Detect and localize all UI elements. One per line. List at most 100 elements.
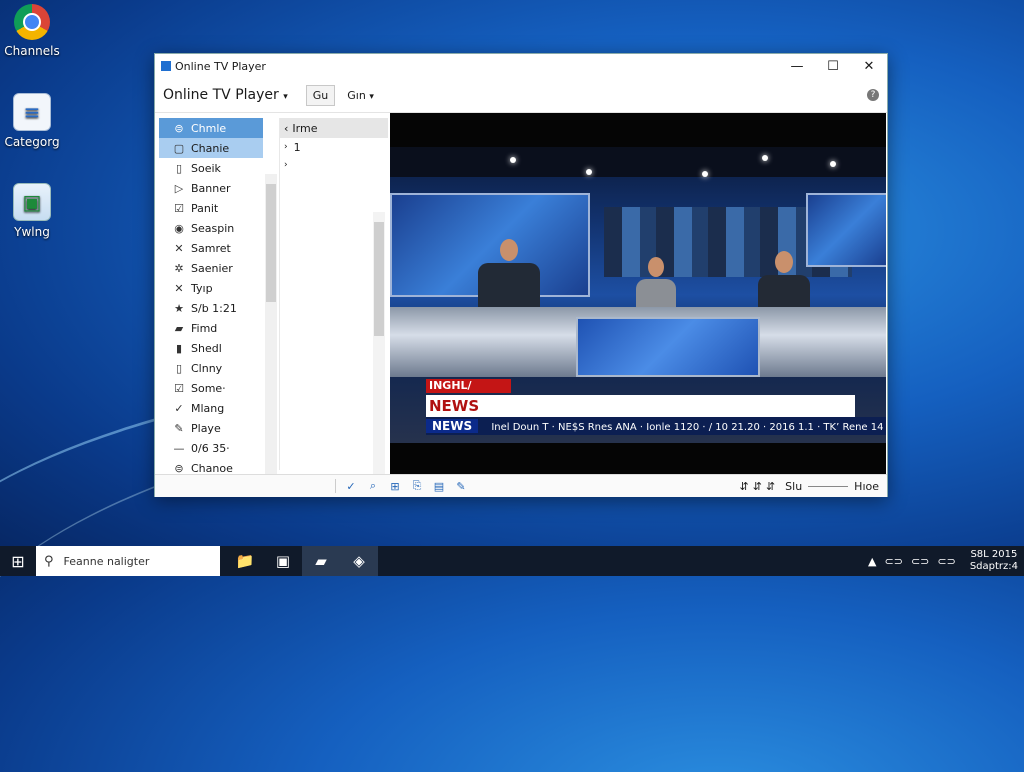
chevron-down-icon: ▾ [283, 92, 288, 102]
help-icon[interactable]: ? [867, 89, 879, 101]
app-taskbar-icon[interactable]: ◈ [340, 546, 378, 576]
list-header[interactable]: ‹ Irme [280, 118, 388, 138]
ticker-headline: NEWS [426, 395, 855, 417]
sidebar-scrollbar[interactable] [265, 174, 277, 474]
sidebar-item-icon: ✓ [174, 401, 184, 415]
app-title-dropdown[interactable]: Online TV Player ▾ [163, 87, 288, 103]
sidebar-item-label: Banner [191, 181, 231, 195]
scrollbar-thumb[interactable] [266, 184, 276, 302]
sidebar-item[interactable]: ⊜ Chmle [159, 118, 263, 138]
search-placeholder: Feanne naligter [63, 554, 150, 568]
divider [335, 479, 336, 493]
start-button[interactable]: ⊞ [0, 552, 36, 571]
app-icon [161, 61, 171, 71]
sidebar-item[interactable]: ✕ Tyıp [159, 278, 263, 298]
menu-dropdown[interactable]: Gın ▾ [347, 89, 374, 102]
chevron-up-icon[interactable]: ▲ [868, 555, 876, 568]
sidebar-item-label: Tyıp [191, 281, 213, 295]
grid-icon[interactable]: ⊞ [384, 480, 406, 493]
sidebar-item-label: Playe [191, 421, 221, 435]
sidebar-item-label: Shedl [191, 341, 222, 355]
status-bar: ✓ ⌕ ⊞ ⎘ ▤ ✎ ⇵ ⇵ ⇵ Slu Hıoe [155, 474, 887, 497]
sidebar-item-label: Panit [191, 201, 219, 215]
desktop-icon-label: Categorg [4, 135, 60, 149]
zoom-slider[interactable] [808, 485, 849, 487]
sidebar-item-icon: ⊜ [174, 461, 184, 475]
list-item[interactable]: › [280, 156, 388, 174]
volume-icon[interactable]: ⇵ [740, 480, 749, 493]
desktop-icon-categories[interactable]: ≡ Categorg [0, 93, 64, 149]
studio-light [702, 171, 708, 177]
sidebar-item-label: S/b 1:21 [191, 301, 237, 315]
ticker-top-label: INGHL/ [426, 379, 511, 393]
search-icon: ⚲ [44, 553, 54, 569]
network-icon[interactable]: ⊂⊃ [885, 555, 903, 568]
video-player[interactable]: INGHL/ NEWS NEWS Inel Doun T ⋅ NE$S Rnes… [390, 113, 886, 475]
sidebar-item-icon: ✕ [174, 241, 184, 255]
sidebar-item[interactable]: ✕ Samret [159, 238, 263, 258]
desktop-icon-label: Channels [4, 44, 60, 58]
sidebar-item-label: Clnny [191, 361, 223, 375]
sidebar-item[interactable]: ▰ Fimd [159, 318, 263, 338]
speaker-icon[interactable]: ⊂⊃ [911, 555, 929, 568]
desk-globe-panel [576, 317, 760, 377]
sidebar-item-label: Chanoe [191, 461, 233, 475]
minimize-button[interactable]: — [779, 59, 815, 74]
volume-icon[interactable]: ⇵ [753, 480, 762, 493]
sidebar-item[interactable]: ✲ Saenier [159, 258, 263, 278]
list-scrollbar[interactable] [373, 212, 385, 474]
clock[interactable]: S8L 2015 Sdaptrz:4 [970, 549, 1018, 573]
sidebar-item-label: Some⋅ [191, 381, 226, 395]
studio-light [510, 157, 516, 163]
ticker-bar: NEWS Inel Doun T ⋅ NE$S Rnes ANA ⋅ Ionle… [426, 417, 886, 435]
sidebar-item[interactable]: ▯ Soeik [159, 158, 263, 178]
desktop-icon-ywlng[interactable]: ▣ Ywlng [0, 183, 64, 239]
pencil-icon[interactable]: ✎ [450, 480, 472, 493]
sidebar-item-label: Fimd [191, 321, 218, 335]
battery-icon[interactable]: ⊂⊃ [937, 555, 955, 568]
sidebar-item[interactable]: ◉ Seaspin [159, 218, 263, 238]
sidebar-item[interactable]: ▮ Shedl [159, 338, 263, 358]
system-tray: ▲ ⊂⊃ ⊂⊃ ⊂⊃ S8L 2015 Sdaptrz:4 [860, 549, 1024, 573]
store-icon[interactable]: ▣ [264, 546, 302, 576]
search-icon[interactable]: ⌕ [362, 479, 384, 493]
sidebar-item[interactable]: ▢ Chanie [159, 138, 263, 158]
chevron-down-icon: ▾ [369, 91, 374, 102]
ticker-tag: NEWS [426, 419, 479, 433]
sidebar-item[interactable]: ☑ Some⋅ [159, 378, 263, 398]
go-button[interactable]: Gu [305, 84, 336, 106]
ticker-text: Inel Doun T ⋅ NE$S Rnes ANA ⋅ Ionle 1120… [491, 422, 884, 433]
bookmark-icon[interactable]: ⎘ [406, 479, 428, 493]
sidebar-item[interactable]: — 0/6 35⋅ [159, 438, 263, 458]
maximize-button[interactable]: ☐ [815, 59, 851, 74]
scrollbar-thumb[interactable] [374, 222, 384, 336]
close-button[interactable]: ✕ [851, 59, 887, 74]
title-bar: Online TV Player — ☐ ✕ [155, 54, 887, 78]
sidebar-item-label: Saenier [191, 261, 233, 275]
list-item[interactable]: › 1 [280, 138, 388, 156]
taskbar-search[interactable]: ⚲ Feanne naligter [36, 546, 220, 576]
list-item-label: 1 [293, 140, 301, 154]
sidebar-item[interactable]: ▯ Clnny [159, 358, 263, 378]
sidebar-item-label: Seaspin [191, 221, 235, 235]
volume-icon[interactable]: ⇵ [766, 480, 775, 493]
edit-icon[interactable]: ✓ [340, 480, 362, 493]
file-explorer-icon[interactable]: 📁 [226, 546, 264, 576]
sidebar-item-icon: ✕ [174, 281, 184, 295]
tv-player-taskbar-icon[interactable]: ▰ [302, 546, 340, 576]
sidebar-item[interactable]: ✓ Mlang [159, 398, 263, 418]
sidebar-item-icon: ▮ [175, 341, 183, 355]
chevron-left-icon: ‹ [284, 121, 289, 135]
studio-light [586, 169, 592, 175]
sidebar-item-icon: — [173, 441, 185, 455]
sidebar-item[interactable]: ☑ Panit [159, 198, 263, 218]
list-icon[interactable]: ▤ [428, 480, 450, 493]
studio-light [830, 161, 836, 167]
sidebar-item[interactable]: ▷ Banner [159, 178, 263, 198]
app-title: Online TV Player [163, 87, 279, 103]
sidebar-item-label: 0/6 35⋅ [191, 441, 230, 455]
desktop-icon-channels[interactable]: Channels [0, 4, 64, 58]
sidebar-item[interactable]: ★ S/b 1:21 [159, 298, 263, 318]
sidebar-item[interactable]: ✎ Playe [159, 418, 263, 438]
list-header-label: Irme [292, 121, 318, 135]
